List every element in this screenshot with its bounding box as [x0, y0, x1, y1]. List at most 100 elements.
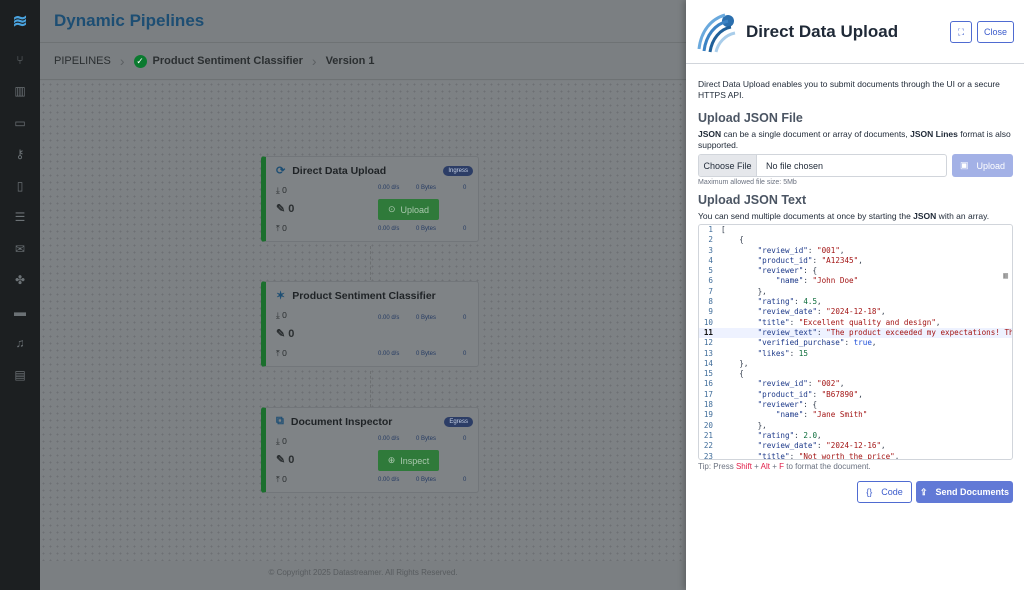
stat-rate: 0.00 d/s — [378, 185, 400, 191]
line-number: 23 — [703, 451, 713, 460]
code-line[interactable]: 21 "rating": 2.0, — [699, 431, 1012, 441]
minimap-icon[interactable]: ▥ — [1003, 271, 1008, 280]
node-out-value: 0 — [282, 474, 287, 484]
code-line[interactable]: 3 "review_id": "001", — [699, 246, 1012, 256]
code-line[interactable]: 8 "rating": 4.5, — [699, 297, 1012, 307]
chart-icon[interactable]: ▥ — [0, 76, 40, 108]
tip-text: to format the document. — [784, 462, 871, 471]
book-icon[interactable]: ▯ — [0, 170, 40, 202]
code-line[interactable]: 14 }, — [699, 359, 1012, 369]
node-in-count: ⤓ 0 — [276, 436, 287, 446]
node-out-count: ⤒ 0 — [276, 348, 287, 358]
braces-icon: {} — [866, 487, 873, 497]
mail-icon[interactable]: ✉ — [0, 233, 40, 265]
code-text: { — [721, 369, 744, 379]
line-number: 4 — [708, 255, 713, 265]
stat-bytes: 0 Bytes — [416, 185, 437, 191]
puzzle-icon[interactable]: ✤ — [0, 265, 40, 297]
code-text: "likes": 15 — [757, 348, 808, 358]
node-in-value: 0 — [282, 310, 287, 320]
code-text: "title": "Not worth the price", — [757, 451, 900, 460]
upload-file-button[interactable]: ▣ Upload — [952, 154, 1013, 177]
send-documents-button[interactable]: ⇪ Send Documents — [916, 481, 1013, 503]
datastreamer-logo-icon — [697, 13, 736, 53]
code-line[interactable]: 1[ — [699, 225, 1012, 235]
code-line[interactable]: 22 "review_date": "2024-12-16", — [699, 441, 1012, 451]
branch-icon[interactable]: ⑂ — [0, 44, 40, 76]
code-text: "review_date": "2024-12-18", — [757, 307, 886, 317]
node-direct-data-upload[interactable]: ⟳ Direct Data Upload Ingress ⤓ 0 ✎ 0 ⤒ 0 … — [261, 156, 479, 242]
desc-text: with an array. — [936, 211, 990, 221]
code-line[interactable]: 11 "review_text": "The product exceeded … — [699, 327, 1012, 339]
code-line[interactable]: 7 }, — [699, 287, 1012, 297]
code-line[interactable]: 13 "likes": 15 — [699, 349, 1012, 359]
direct-data-upload-panel: Direct Data Upload ⛶ Close Direct Data U… — [686, 0, 1024, 590]
node-title: Direct Data Upload — [292, 164, 387, 177]
panel-header: Direct Data Upload ⛶ Close — [686, 0, 1024, 64]
breadcrumb-version[interactable]: Version 1 — [326, 55, 375, 67]
code-line[interactable]: 10 "title": "Excellent quality and desig… — [699, 318, 1012, 328]
stat-count: 0 — [463, 351, 467, 357]
panel-description: Direct Data Upload enables you to submit… — [698, 79, 1000, 100]
bell-icon[interactable]: ♫ — [0, 328, 40, 360]
json-term: JSON — [698, 129, 722, 139]
code-line[interactable]: 20 }, — [699, 421, 1012, 431]
line-number: 6 — [708, 276, 713, 286]
stat-count: 0 — [463, 315, 467, 321]
code-line[interactable]: 9 "review_date": "2024-12-18", — [699, 307, 1012, 317]
code-line[interactable]: 4 "product_id": "A12345", — [699, 256, 1012, 266]
code-line[interactable]: 16 "review_id": "002", — [699, 379, 1012, 389]
upload-text-description: You can send multiple documents at once … — [698, 211, 1016, 222]
code-line[interactable]: 19 "name": "Jane Smith" — [699, 410, 1012, 420]
archive-icon[interactable]: ▭ — [0, 107, 40, 139]
line-number: 7 — [708, 286, 713, 296]
send-documents-label: Send Documents — [935, 487, 1010, 497]
code-text: "review_date": "2024-12-16", — [757, 441, 886, 451]
code-line[interactable]: 23 "title": "Not worth the price", — [699, 451, 1012, 460]
code-line[interactable]: 5 "reviewer": { — [699, 266, 1012, 276]
code-line[interactable]: 18 "reviewer": { — [699, 400, 1012, 410]
node-document-inspector[interactable]: ⧉ Document Inspector Egress ⤓ 0 ✎ 0 ⤒ 0 0… — [261, 407, 479, 493]
code-line[interactable]: 6 "name": "John Doe" — [699, 276, 1012, 286]
breadcrumb-pipeline[interactable]: Product Sentiment Classifier — [153, 55, 303, 67]
shift-key: Shift — [735, 462, 752, 471]
upload-node-button[interactable]: ⊙ Upload — [378, 199, 439, 220]
line-number: 2 — [708, 235, 713, 245]
breadcrumb-pipelines[interactable]: PIPELINES — [54, 55, 111, 67]
choose-file-button[interactable]: Choose File — [699, 155, 757, 176]
panel-title: Direct Data Upload — [746, 22, 899, 41]
expand-button[interactable]: ⛶ — [950, 21, 972, 43]
stat-bytes: 0 Bytes — [416, 315, 437, 321]
json-code-editor[interactable]: ▥ 1[2 {3 "review_id": "001", 4 "product_i… — [698, 224, 1013, 460]
list-icon[interactable]: ☰ — [0, 202, 40, 234]
pipeline-canvas[interactable]: ⟳ Direct Data Upload Ingress ⤓ 0 ✎ 0 ⤒ 0 … — [40, 81, 686, 561]
node-mid-value: 0 — [288, 203, 295, 215]
node-in-count: ⤓ 0 — [276, 310, 287, 320]
tip-text: + — [769, 462, 780, 471]
code-text: "reviewer": { — [757, 400, 818, 410]
document-icon[interactable]: ▤ — [0, 359, 40, 391]
upload-icon: ⊙ — [387, 204, 396, 214]
alt-key: Alt — [760, 462, 770, 471]
key-icon[interactable]: ⚷ — [0, 139, 40, 171]
code-text: "name": "John Doe" — [775, 276, 859, 286]
code-text: "review_id": "001", — [757, 245, 845, 255]
file-status: No file chosen — [766, 160, 824, 171]
close-button[interactable]: Close — [977, 21, 1014, 43]
app-logo-icon[interactable]: ≋ — [9, 10, 31, 32]
expand-icon: ⛶ — [957, 26, 965, 37]
node-in-count: ⤓ 0 — [276, 185, 287, 195]
desc-text: can be a single document or array of doc… — [721, 129, 911, 139]
code-line[interactable]: 17 "product_id": "B67890", — [699, 390, 1012, 400]
file-input[interactable]: Choose File No file chosen — [698, 154, 947, 177]
stat-count: 0 — [463, 226, 467, 232]
card-icon[interactable]: ▬ — [0, 296, 40, 328]
inspect-node-button[interactable]: ⊕ Inspect — [378, 450, 439, 471]
code-line[interactable]: 15 { — [699, 369, 1012, 379]
code-button[interactable]: {} Code — [857, 481, 912, 503]
code-line[interactable]: 2 { — [699, 235, 1012, 245]
node-badge: Ingress — [443, 166, 473, 176]
code-line[interactable]: 12 "verified_purchase": true, — [699, 338, 1012, 348]
line-number: 9 — [708, 307, 713, 317]
node-product-sentiment-classifier[interactable]: ✶ Product Sentiment Classifier ⤓ 0 ✎ 0 ⤒ … — [261, 281, 479, 367]
